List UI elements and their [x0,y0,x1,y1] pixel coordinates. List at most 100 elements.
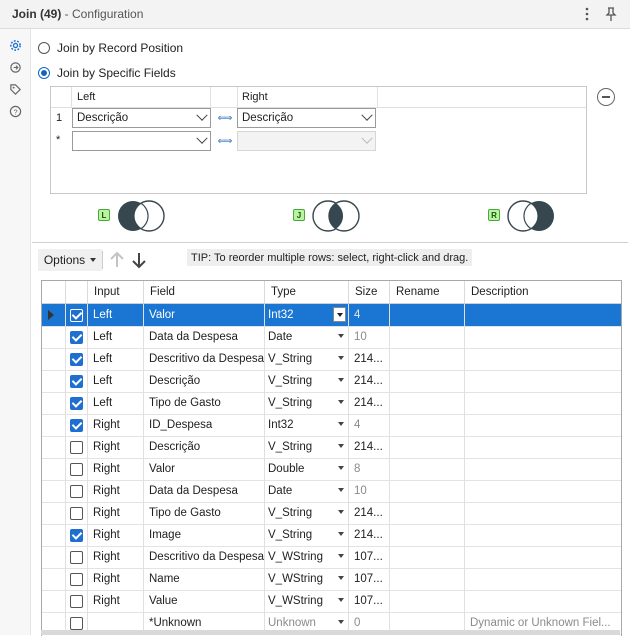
cell-rename[interactable] [390,502,465,524]
chevron-down-icon[interactable] [338,444,344,448]
row-pointer-cell[interactable] [42,546,66,568]
select-field-checkbox[interactable] [70,418,83,432]
select-field-checkbox[interactable] [70,374,83,388]
select-field-checkbox[interactable] [70,462,83,476]
inner-join-venn-icon[interactable] [307,199,365,236]
cell-description[interactable] [465,546,621,568]
cell-rename[interactable] [390,480,465,502]
cell-description[interactable] [465,568,621,590]
radio-circle[interactable] [38,42,50,54]
cell-type[interactable]: Double [265,458,349,480]
table-row[interactable]: Right Data da Despesa Date 10 [42,480,621,503]
cell-type[interactable]: V_String [265,524,349,546]
row-pointer-cell[interactable] [42,370,66,392]
cell-description[interactable] [465,414,621,436]
cell-type[interactable]: Int32 [265,414,349,436]
chevron-down-icon[interactable] [338,466,344,470]
select-field-checkbox[interactable] [70,352,83,366]
right-join-venn-icon[interactable] [502,199,560,236]
row-pointer-cell[interactable] [42,480,66,502]
table-row[interactable]: Right Image V_String 214... [42,524,621,547]
cell-type[interactable]: V_String [265,436,349,458]
cell-type[interactable]: V_WString [265,546,349,568]
cell-description[interactable] [465,392,621,414]
checkbox-cell[interactable] [66,458,88,480]
checkbox-cell[interactable] [66,326,88,348]
header-rename[interactable]: Rename [390,281,465,303]
chevron-down-icon[interactable] [338,576,344,580]
cell-description[interactable] [465,502,621,524]
checkbox-cell[interactable] [66,414,88,436]
table-row[interactable]: Right Descrição V_String 214... [42,436,621,459]
table-row[interactable]: Right Tipo de Gasto V_String 214... [42,502,621,525]
move-down-icon[interactable] [130,250,148,273]
chevron-down-icon[interactable] [338,532,344,536]
cell-type[interactable]: V_WString [265,568,349,590]
checkbox-cell[interactable] [66,524,88,546]
checkbox-cell[interactable] [66,348,88,370]
cell-rename[interactable] [390,458,465,480]
cell-type[interactable]: V_String [265,370,349,392]
cell-type[interactable]: V_WString [265,590,349,612]
checkbox-cell[interactable] [66,568,88,590]
more-options-icon[interactable] [578,5,596,23]
row-pointer-cell[interactable] [42,458,66,480]
row-pointer-cell[interactable] [42,502,66,524]
radio-circle[interactable] [38,67,50,79]
chevron-down-icon[interactable] [338,400,344,404]
table-row[interactable]: Right ID_Despesa Int32 4 [42,414,621,437]
cell-type[interactable]: V_String [265,502,349,524]
select-field-checkbox[interactable] [70,308,83,322]
select-field-checkbox[interactable] [70,330,83,344]
select-field-checkbox[interactable] [70,616,83,630]
header-field[interactable]: Field [144,281,265,303]
cell-type[interactable]: Date [265,480,349,502]
cell-rename[interactable] [390,590,465,612]
right-field-select[interactable]: Descrição [237,108,376,128]
pin-icon[interactable] [602,5,620,23]
table-row[interactable]: Left Descritivo da Despesa V_String 214... [42,348,621,371]
chevron-down-icon[interactable] [338,334,344,338]
table-scroll-strip[interactable] [41,630,620,635]
cell-rename[interactable] [390,524,465,546]
chevron-down-icon[interactable] [338,378,344,382]
select-field-checkbox[interactable] [70,396,83,410]
cell-description[interactable] [465,590,621,612]
cell-rename[interactable] [390,568,465,590]
cell-description[interactable] [465,458,621,480]
header-description[interactable]: Description [465,281,621,303]
chevron-down-icon[interactable] [333,307,346,322]
cell-type[interactable]: V_String [265,392,349,414]
table-row[interactable]: Left Valor Int32 4 [42,304,621,327]
header-input[interactable]: Input [88,281,144,303]
row-pointer-cell[interactable] [42,524,66,546]
cell-type[interactable]: Date [265,326,349,348]
cell-rename[interactable] [390,326,465,348]
checkbox-cell[interactable] [66,436,88,458]
table-row[interactable]: Right Value V_WString 107... [42,590,621,613]
radio-specific-fields[interactable]: Join by Specific Fields [38,66,176,80]
chevron-down-icon[interactable] [338,598,344,602]
select-field-checkbox[interactable] [70,440,83,454]
select-field-checkbox[interactable] [70,484,83,498]
remove-row-button[interactable] [597,88,615,106]
left-join-venn-icon[interactable] [112,199,170,236]
chevron-down-icon[interactable] [338,554,344,558]
chevron-down-icon[interactable] [338,422,344,426]
checkbox-cell[interactable] [66,502,88,524]
select-field-checkbox[interactable] [70,550,83,564]
row-pointer-cell[interactable] [42,568,66,590]
cell-rename[interactable] [390,392,465,414]
row-pointer-cell[interactable] [42,326,66,348]
cell-description[interactable] [465,436,621,458]
cycle-icon[interactable] [7,59,23,75]
table-row[interactable]: Right Name V_WString 107... [42,568,621,591]
table-row[interactable]: Left Data da Despesa Date 10 [42,326,621,349]
select-field-checkbox[interactable] [70,572,83,586]
table-row[interactable]: Left Tipo de Gasto V_String 214... [42,392,621,415]
row-pointer-cell[interactable] [42,414,66,436]
chevron-down-icon[interactable] [338,620,344,624]
header-type[interactable]: Type [265,281,349,303]
checkbox-cell[interactable] [66,546,88,568]
options-button[interactable]: Options [38,249,102,271]
